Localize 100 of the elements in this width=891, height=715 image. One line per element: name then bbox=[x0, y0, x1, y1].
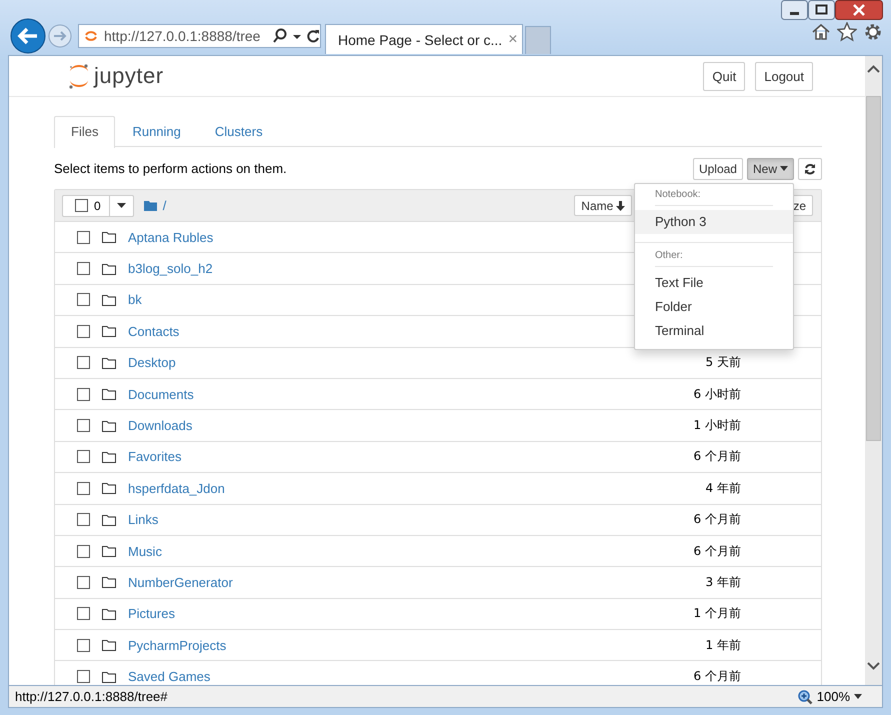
folder-link[interactable]: hsperfdata_Jdon bbox=[128, 480, 225, 496]
header-button[interactable]: Quit bbox=[703, 62, 746, 90]
row-checkbox[interactable] bbox=[77, 482, 90, 495]
zoom-level[interactable]: 100% bbox=[816, 689, 850, 704]
row-checkbox[interactable] bbox=[77, 419, 90, 432]
modified-time: 6 个月前 bbox=[692, 668, 741, 685]
sort-button[interactable]: Name bbox=[574, 195, 632, 216]
folder-link[interactable]: Saved Games bbox=[128, 669, 210, 684]
browser-tab[interactable]: Home Page - Select or c... × bbox=[325, 24, 523, 54]
row-checkbox[interactable] bbox=[77, 262, 90, 276]
folder-link[interactable]: Links bbox=[128, 512, 158, 528]
row-checkbox[interactable] bbox=[77, 670, 90, 684]
settings-icon[interactable] bbox=[863, 22, 883, 42]
folder-icon bbox=[102, 514, 116, 526]
folder-link[interactable]: Music bbox=[128, 544, 162, 559]
folder-link[interactable]: b3log_solo_h2 bbox=[128, 261, 213, 276]
folder-icon bbox=[102, 482, 116, 494]
star-icon[interactable] bbox=[837, 22, 857, 42]
folder-link[interactable]: Documents bbox=[128, 386, 194, 402]
tab-title: Home Page - Select or c... bbox=[338, 32, 502, 48]
row-checkbox[interactable] bbox=[77, 544, 90, 558]
logo-text: jupyter bbox=[94, 63, 164, 89]
modified-time: 3 年前 bbox=[704, 574, 741, 591]
status-url: http://127.0.0.1:8888/tree# bbox=[15, 689, 168, 704]
new-button[interactable]: New bbox=[746, 158, 794, 180]
folder-icon bbox=[102, 608, 116, 620]
address-field[interactable]: http://127.0.0.1:8888/tree bbox=[78, 24, 321, 48]
row-checkbox[interactable] bbox=[77, 576, 90, 589]
modified-time: 1 小时前 bbox=[692, 417, 741, 434]
folder-link[interactable]: NumberGenerator bbox=[128, 574, 233, 590]
modified-time: 6 个月前 bbox=[692, 448, 741, 466]
arrow-down-icon bbox=[616, 200, 626, 210]
menu-heading: Notebook: bbox=[654, 188, 702, 202]
folder-icon bbox=[102, 576, 116, 588]
menu-item[interactable]: Python 3 bbox=[635, 210, 793, 234]
tab-close-button[interactable]: × bbox=[508, 30, 518, 48]
hint-text: Select items to perform actions on them. bbox=[54, 161, 287, 176]
caret-icon bbox=[780, 166, 788, 171]
back-icon[interactable] bbox=[10, 18, 46, 54]
upload-button[interactable]: Upload bbox=[692, 158, 743, 180]
folder-icon bbox=[102, 388, 116, 400]
modified-time: 1 年前 bbox=[704, 636, 741, 654]
folder-link[interactable]: Favorites bbox=[128, 449, 182, 464]
folder-link[interactable]: Pictures bbox=[128, 606, 175, 622]
refresh-button[interactable] bbox=[798, 158, 822, 180]
row-checkbox[interactable] bbox=[77, 513, 90, 526]
minimize-icon[interactable] bbox=[781, 0, 808, 20]
row-checkbox[interactable] bbox=[77, 638, 90, 652]
folder-icon bbox=[102, 231, 116, 244]
folder-icon bbox=[102, 639, 116, 652]
modified-time: 6 小时前 bbox=[692, 386, 741, 403]
scroll-down-icon[interactable] bbox=[867, 661, 880, 671]
folder-link[interactable]: Downloads bbox=[128, 418, 192, 434]
jupyter-logo-icon bbox=[67, 63, 91, 89]
zoom-icon bbox=[796, 688, 813, 704]
row-checkbox[interactable] bbox=[77, 450, 90, 464]
modified-time: 5 天前 bbox=[704, 354, 741, 372]
menu-item[interactable]: Terminal bbox=[635, 318, 793, 342]
folder-icon bbox=[102, 294, 116, 306]
folder-link[interactable]: PycharmProjects bbox=[128, 638, 226, 653]
folder-icon bbox=[144, 200, 157, 211]
folder-link[interactable]: Contacts bbox=[128, 324, 180, 339]
menu-item[interactable]: Text File bbox=[635, 270, 793, 294]
menu-item[interactable]: Folder bbox=[635, 294, 793, 318]
tab[interactable]: Clusters bbox=[198, 116, 280, 147]
menu-heading: Other: bbox=[654, 248, 684, 262]
refresh-icon[interactable] bbox=[306, 28, 320, 44]
tab[interactable]: Files bbox=[54, 116, 116, 148]
row-checkbox[interactable] bbox=[77, 356, 90, 370]
row-checkbox[interactable] bbox=[77, 230, 90, 244]
folder-icon bbox=[102, 262, 116, 275]
folder-icon bbox=[102, 670, 116, 683]
modified-time: 4 年前 bbox=[704, 480, 741, 497]
home-icon[interactable] bbox=[811, 22, 831, 42]
close-icon[interactable] bbox=[835, 0, 883, 20]
folder-icon bbox=[102, 420, 116, 432]
folder-icon bbox=[102, 356, 116, 369]
search-icon[interactable] bbox=[272, 28, 288, 44]
breadcrumb-link[interactable]: / bbox=[162, 198, 166, 213]
modified-time: 6 个月前 bbox=[692, 542, 741, 560]
folder-link[interactable]: Aptana Rubles bbox=[128, 230, 214, 245]
folder-link[interactable]: Desktop bbox=[128, 355, 176, 370]
row-checkbox[interactable] bbox=[77, 293, 90, 306]
modified-time: 6 个月前 bbox=[692, 511, 741, 528]
folder-icon bbox=[102, 545, 116, 558]
tab[interactable]: Running bbox=[115, 116, 198, 147]
header-button[interactable]: Logout bbox=[755, 62, 813, 90]
folder-icon bbox=[102, 325, 116, 338]
caret-icon[interactable] bbox=[854, 694, 862, 699]
row-checkbox[interactable] bbox=[77, 607, 90, 620]
row-checkbox[interactable] bbox=[77, 324, 90, 338]
loading-icon bbox=[83, 28, 99, 44]
caret-icon[interactable] bbox=[116, 203, 126, 208]
folder-link[interactable]: bk bbox=[128, 292, 142, 308]
folder-icon bbox=[102, 450, 116, 463]
modified-time: 1 个月前 bbox=[692, 605, 741, 622]
scroll-up-icon[interactable] bbox=[867, 64, 880, 74]
row-checkbox[interactable] bbox=[77, 388, 90, 401]
maximize-icon[interactable] bbox=[808, 0, 835, 20]
scrollbar-thumb[interactable] bbox=[866, 96, 881, 441]
